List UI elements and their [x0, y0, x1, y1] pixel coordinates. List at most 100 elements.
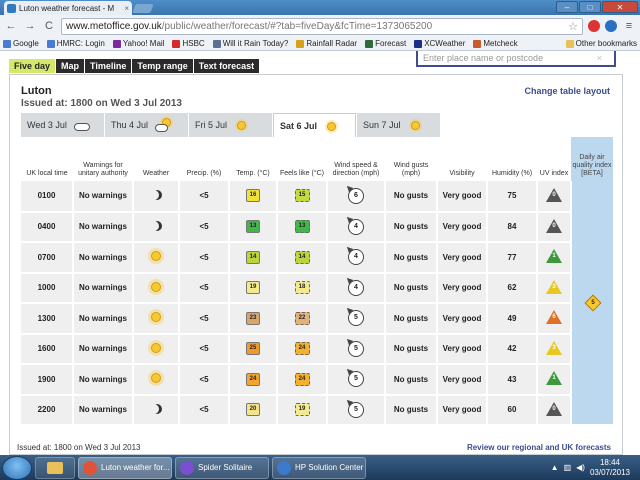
forecast-panel: Luton Issued at: 1800 on Wed 3 Jul 2013 …	[9, 74, 623, 455]
wind-cell: 5	[327, 394, 386, 426]
day-tab-thu[interactable]: Thu 4 Jul	[105, 113, 188, 137]
system-clock[interactable]: 18:44 03/07/2013	[590, 458, 630, 476]
precip-cell: <5	[179, 272, 230, 304]
wind-direction-icon: 5	[348, 371, 364, 388]
bookmark-will-it-rain[interactable]: Will it Rain Today?	[212, 39, 288, 48]
browser-tab[interactable]: Luton weather forecast - M ×	[4, 1, 132, 15]
day-tab-sat[interactable]: Sat 6 Jul	[273, 113, 356, 137]
uv-cell: 3	[537, 333, 572, 365]
bookmark-google[interactable]: Google	[3, 39, 39, 48]
tab-map[interactable]: Map	[56, 59, 85, 73]
day-label: Thu 4 Jul	[111, 120, 149, 130]
folder-icon	[565, 39, 574, 48]
visibility-cell: Very good	[437, 364, 488, 396]
taskbar-item-hp-solution-center[interactable]: HP Solution Center	[272, 456, 366, 479]
tab-text-forecast[interactable]: Text forecast	[193, 59, 260, 73]
taskbar-item-spider-solitaire[interactable]: Spider Solitaire	[175, 456, 269, 479]
visibility-cell: Very good	[437, 181, 488, 213]
bookmark-hsbc[interactable]: HSBC	[172, 39, 205, 48]
tab-temp-range[interactable]: Temp range	[132, 59, 193, 73]
time-cell: 0700	[21, 242, 74, 274]
uv-value: 3	[552, 283, 556, 290]
day-tab-sun[interactable]: Sun 7 Jul	[357, 113, 440, 137]
minimize-button[interactable]: –	[556, 1, 578, 13]
back-button[interactable]: ←	[4, 19, 18, 33]
clock-time: 18:44	[599, 458, 620, 468]
browser-title-bar: Luton weather forecast - M × – □ ✕	[0, 0, 640, 15]
url-path: /public/weather/forecast/#?tab=fiveDay&f…	[161, 20, 433, 32]
tab-timeline[interactable]: Timeline	[85, 59, 132, 73]
tab-five-day[interactable]: Five day	[9, 59, 56, 73]
window-controls: – □ ✕	[556, 1, 638, 13]
menu-icon[interactable]: ≡	[622, 19, 636, 33]
day-tab-wed[interactable]: Wed 3 Jul	[21, 113, 104, 137]
bookmark-icon	[414, 39, 423, 48]
maximize-button[interactable]: □	[579, 1, 601, 13]
gusts-cell: No gusts	[385, 364, 438, 396]
start-button[interactable]	[2, 455, 32, 480]
gusts-cell: No gusts	[385, 333, 438, 365]
bookmark-label: Google	[13, 39, 39, 48]
tray-expand-icon[interactable]: ▲	[551, 463, 559, 472]
feels-like-cell: 19	[277, 394, 328, 426]
clear-night-icon	[149, 190, 159, 200]
temp-cell: 16	[229, 181, 278, 213]
feels-like-badge: 24	[294, 372, 310, 386]
clear-night-icon	[149, 404, 159, 414]
uv-index-icon: 0	[546, 218, 562, 233]
bookmark-star-icon[interactable]: ☆	[568, 20, 578, 33]
wind-direction-icon: 5	[348, 401, 364, 418]
bookmark-icon	[3, 39, 11, 48]
clear-night-icon	[149, 221, 159, 231]
search-placeholder: Enter place name or postcode	[423, 53, 544, 63]
temperature-badge: 14	[246, 250, 260, 264]
bookmark-yahoo[interactable]: Yahoo! Mail	[112, 39, 164, 48]
warning-cell: No warnings	[73, 272, 134, 304]
uv-value: 0	[552, 222, 556, 229]
bookmark-xcweather[interactable]: XCWeather	[414, 39, 465, 48]
bookmark-metcheck[interactable]: Metcheck	[473, 39, 518, 48]
temp-cell: 20	[229, 394, 278, 426]
day-tabs: Wed 3 Jul Thu 4 Jul Fri 5 Jul Sat 6 Jul …	[21, 113, 440, 137]
regional-forecasts-link[interactable]: Review our regional and UK forecasts	[467, 443, 611, 452]
location-title: Luton	[21, 85, 52, 97]
uv-index-icon: 1	[546, 249, 562, 264]
volume-icon[interactable]: ◀)	[576, 463, 585, 472]
bookmark-hmrc[interactable]: HMRC: Login	[46, 39, 105, 48]
visibility-cell: Very good	[437, 272, 488, 304]
visibility-cell: Very good	[437, 211, 488, 243]
extension-icon[interactable]	[588, 20, 600, 32]
feels-like-cell: 22	[277, 303, 328, 335]
bookmark-rainfall-radar[interactable]: Rainfall Radar	[296, 39, 357, 48]
forward-button[interactable]: →	[23, 19, 37, 33]
day-tab-fri[interactable]: Fri 5 Jul	[189, 113, 272, 137]
network-icon[interactable]: ▥	[564, 463, 572, 472]
extension-icon[interactable]	[605, 20, 617, 32]
reload-button[interactable]: C	[42, 19, 56, 33]
uv-cell: 0	[537, 181, 572, 213]
table-row: 1600 No warnings <5 25 24 5 No gusts Very good 4…	[21, 333, 613, 365]
gusts-cell: No gusts	[385, 394, 438, 426]
explorer-icon[interactable]	[35, 456, 75, 479]
address-bar[interactable]: www.metoffice.gov.uk/public/weather/fore…	[61, 17, 583, 35]
weather-cell	[133, 242, 180, 274]
clear-search-icon[interactable]: ×	[597, 53, 602, 63]
col-temp: Temp. (°C)	[229, 137, 277, 181]
new-tab-button[interactable]	[132, 4, 154, 13]
taskbar-item-chrome[interactable]: Luton weather for...	[78, 456, 172, 479]
change-table-layout-link[interactable]: Change table layout	[524, 86, 610, 96]
other-bookmarks[interactable]: Other bookmarks	[565, 39, 637, 48]
feels-like-badge: 24	[294, 342, 310, 356]
close-window-button[interactable]: ✕	[602, 1, 638, 13]
location-search-input[interactable]: Enter place name or postcode ×	[416, 51, 616, 67]
bookmark-forecast[interactable]: Forecast	[365, 39, 406, 48]
wind-direction-icon: 5	[348, 310, 364, 327]
table-row: 0100 No warnings <5 16 15 6 No gusts Very good 7…	[21, 181, 613, 426]
sunny-icon	[151, 312, 161, 323]
warning-cell: No warnings	[73, 211, 134, 243]
tab-close-icon[interactable]: ×	[124, 4, 129, 13]
time-cell: 1600	[21, 333, 74, 365]
bookmark-icon	[212, 39, 221, 48]
taskbar-item-label: HP Solution Center	[295, 463, 364, 472]
table-row: 1900 No warnings <5 24 24 5 No gusts Very good 4…	[21, 364, 613, 396]
